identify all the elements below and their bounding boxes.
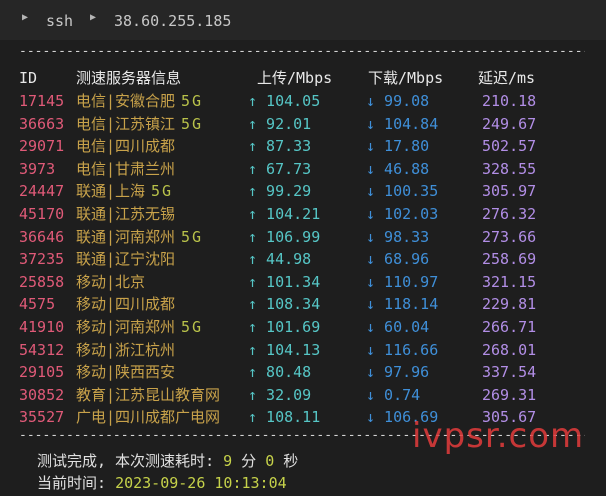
- cell-latency: 268.01: [482, 340, 537, 359]
- cell-latency: 266.71: [482, 318, 537, 336]
- cell-latency: 305.97: [482, 182, 537, 201]
- cell-upload: ↑ 106.99: [248, 227, 321, 246]
- cell-id: 35527: [19, 408, 65, 427]
- cell-id: 4575: [19, 295, 56, 314]
- cell-download: ↓ 0.74: [366, 385, 421, 404]
- cell-id: 29105: [19, 363, 65, 382]
- cell-server: 移动|北京: [76, 272, 146, 291]
- cell-upload: ↑ 108.34: [248, 295, 321, 314]
- cell-upload: ↑ 108.11: [248, 408, 321, 427]
- cell-server: 广电|四川成都广电网: [76, 408, 221, 427]
- cell-server: 教育|江苏昆山教育网: [76, 385, 221, 404]
- cell-server-tag: 5G: [181, 92, 204, 110]
- cell-download: ↓ 116.66: [366, 340, 439, 359]
- summary-time-line: 当前时间: 2023-09-26 10:13:04: [37, 472, 287, 495]
- cell-latency: 210.18: [482, 92, 537, 110]
- cell-server-tag: 5G: [181, 227, 204, 246]
- cell-latency: 229.81: [482, 295, 537, 314]
- cell-latency: 273.66: [482, 227, 537, 246]
- breadcrumb-ssh[interactable]: ssh: [46, 12, 73, 30]
- header-id: ID: [19, 69, 38, 87]
- cell-download: ↓ 60.04: [366, 318, 430, 336]
- cell-id: 36646: [19, 227, 65, 246]
- cell-upload: ↑ 101.34: [248, 272, 321, 291]
- cell-upload: ↑ 32.09: [248, 385, 312, 404]
- cell-id: 37235: [19, 250, 65, 269]
- cell-id: 3973: [19, 159, 56, 178]
- cell-upload: ↑ 101.69: [248, 318, 321, 336]
- cell-latency: 269.31: [482, 385, 537, 404]
- cell-download: ↓ 99.08: [366, 92, 430, 110]
- cell-server: 联通|辽宁沈阳: [76, 250, 176, 269]
- cell-server: 电信|甘肃兰州: [76, 159, 176, 178]
- cell-server: 电信|四川成都: [76, 137, 176, 156]
- cell-id: 30852: [19, 385, 65, 404]
- cell-latency: 321.15: [482, 272, 537, 291]
- cell-id: 54312: [19, 340, 65, 359]
- cell-id: 29071: [19, 137, 65, 156]
- cell-latency: 337.54: [482, 363, 537, 382]
- cell-id: 36663: [19, 114, 65, 133]
- cell-download: ↓ 17.80: [366, 137, 430, 156]
- cell-server: 移动|陕西西安: [76, 363, 176, 382]
- cell-download: ↓ 46.88: [366, 159, 430, 178]
- cell-server-tag: 5G: [151, 182, 174, 201]
- header-latency: 延迟/ms: [478, 69, 536, 87]
- summary-minutes: 9: [223, 452, 233, 470]
- cell-upload: ↑ 92.01: [248, 114, 312, 133]
- cell-download: ↓ 102.03: [366, 205, 439, 223]
- cell-latency: 276.32: [482, 205, 537, 223]
- cell-download: ↓ 68.96: [366, 250, 430, 269]
- cell-id: 45170: [19, 205, 65, 223]
- cell-upload: ↑ 104.13: [248, 340, 321, 359]
- table-divider-top: ----------------------------------------…: [19, 44, 585, 59]
- watermark-logo: ivpsr.com: [412, 416, 585, 456]
- summary-time-label: 当前时间:: [37, 474, 116, 492]
- cell-latency: 258.69: [482, 250, 537, 269]
- cell-upload: ↑ 104.05: [248, 92, 321, 110]
- cell-server: 联通|河南郑州: [76, 227, 176, 246]
- cell-server: 电信|江苏镇江: [76, 114, 176, 133]
- cell-upload: ↑ 44.98: [248, 250, 312, 269]
- summary-time-value: 2023-09-26 10:13:04: [115, 474, 287, 492]
- cell-latency: 328.55: [482, 159, 537, 178]
- cell-upload: ↑ 80.48: [248, 363, 312, 382]
- cell-id: 25858: [19, 272, 65, 291]
- breadcrumb-host[interactable]: 38.60.255.185: [114, 12, 231, 30]
- header-upload: 上传/Mbps: [257, 69, 333, 87]
- header-server: 测速服务器信息: [76, 69, 182, 87]
- cell-upload: ↑ 87.33: [248, 137, 312, 156]
- cell-download: ↓ 110.97: [366, 272, 439, 291]
- cell-upload: ↑ 67.73: [248, 159, 312, 178]
- cell-server: 电信|安徽合肥: [76, 92, 176, 110]
- cell-download: ↓ 104.84: [366, 114, 439, 133]
- cell-id: 24447: [19, 182, 65, 201]
- triangle-right-icon: ▶: [22, 12, 29, 23]
- cell-server: 联通|上海: [76, 182, 146, 201]
- cell-latency: 502.57: [482, 137, 537, 156]
- summary-duration-line: 测试完成, 本次测速耗时: 9 分 0 秒: [37, 450, 298, 473]
- cell-download: ↓ 100.35: [366, 182, 439, 201]
- triangle-right-icon: ▶: [90, 12, 97, 23]
- cell-download: ↓ 98.33: [366, 227, 430, 246]
- cell-server: 联通|江苏无锡: [76, 205, 176, 223]
- cell-server: 移动|四川成都: [76, 295, 176, 314]
- cell-id: 41910: [19, 318, 65, 336]
- cell-server: 移动|浙江杭州: [76, 340, 176, 359]
- cell-server-tag: 5G: [181, 318, 204, 336]
- header-download: 下载/Mbps: [368, 69, 444, 87]
- cell-server-tag: 5G: [181, 114, 204, 133]
- cell-server: 移动|河南郑州: [76, 318, 176, 336]
- cell-download: ↓ 97.96: [366, 363, 430, 382]
- summary-seconds: 0: [265, 452, 275, 470]
- cell-upload: ↑ 99.29: [248, 182, 312, 201]
- cell-upload: ↑ 104.21: [248, 205, 321, 223]
- summary-done-label: 测试完成, 本次测速耗时:: [37, 452, 224, 470]
- cell-latency: 249.67: [482, 114, 537, 133]
- cell-id: 17145: [19, 92, 65, 110]
- terminal-tab-bar: ▶ ssh ▶ 38.60.255.185: [0, 0, 606, 40]
- summary-seconds-unit: 秒: [274, 452, 299, 470]
- summary-minutes-unit: 分: [232, 452, 266, 470]
- cell-download: ↓ 118.14: [366, 295, 439, 314]
